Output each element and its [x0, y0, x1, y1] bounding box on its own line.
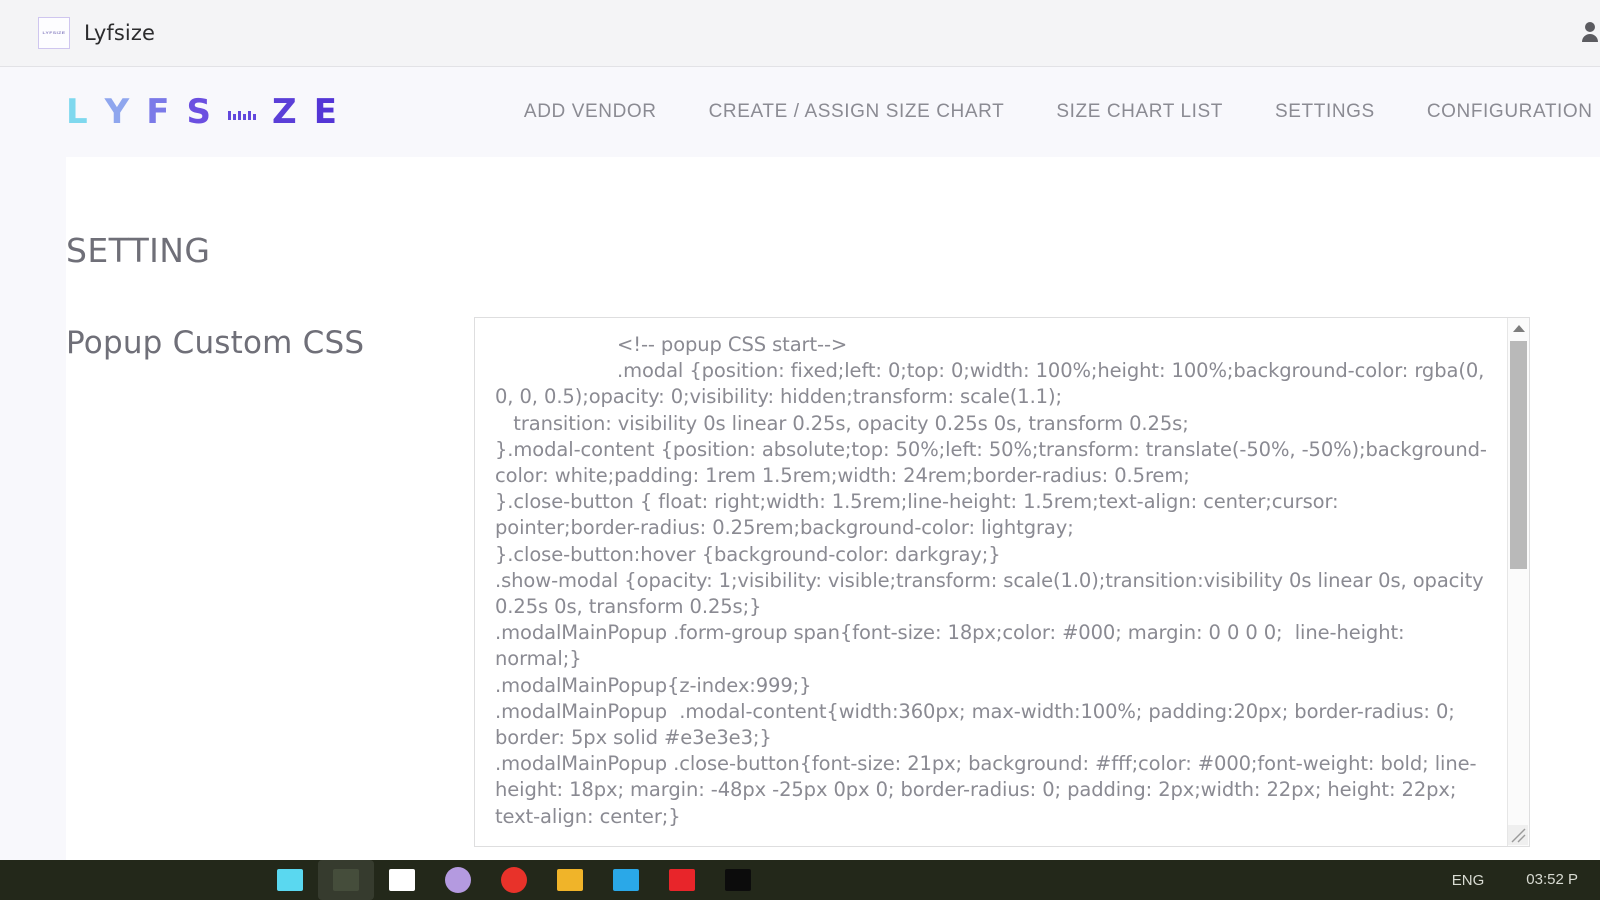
taskbar-item-app-blue[interactable]	[598, 860, 654, 900]
popup-custom-css-textarea[interactable]: <!-- popup CSS start--> .modal {position…	[475, 318, 1507, 846]
popup-custom-css-textarea-wrapper[interactable]: <!-- popup CSS start--> .modal {position…	[474, 317, 1530, 847]
main-navigation: ADD VENDOR CREATE / ASSIGN SIZE CHART SI…	[498, 91, 1600, 133]
taskbar-clock[interactable]: 03:52 P	[1526, 872, 1578, 888]
logo-letter-z: Z	[272, 92, 298, 132]
taskbar-item-search[interactable]	[318, 860, 374, 900]
taskbar-item-explorer[interactable]	[262, 860, 318, 900]
favicon-label: LYFSIZE	[42, 30, 66, 36]
taskbar-system-tray: ENG 03:52 P	[1452, 872, 1600, 889]
page-title: SETTING	[66, 231, 211, 270]
taskbar-app-list	[262, 860, 766, 900]
taskbar-item-app-yellow[interactable]	[542, 860, 598, 900]
nav-add-vendor[interactable]: ADD VENDOR	[498, 91, 683, 133]
windows-taskbar: ENG 03:52 P	[0, 860, 1600, 900]
taskbar-item-app-purple[interactable]	[430, 860, 486, 900]
popup-custom-css-label: Popup Custom CSS	[66, 325, 365, 361]
logo-letter-l: L	[66, 92, 89, 132]
page-body: SETTING Popup Custom CSS <!-- popup CSS …	[0, 157, 1600, 860]
logo-letter-e: E	[313, 92, 338, 132]
browser-tab-strip: LYFSIZE Lyfsize	[0, 0, 1600, 67]
brand-logo[interactable]: L Y F S Z E	[66, 92, 338, 132]
scrollbar-thumb[interactable]	[1510, 341, 1527, 569]
ruler-icon	[228, 101, 257, 123]
taskbar-item-app-crimson[interactable]	[654, 860, 710, 900]
taskbar-item-app-red[interactable]	[486, 860, 542, 900]
logo-letter-f: F	[146, 92, 171, 132]
browser-tab[interactable]: LYFSIZE Lyfsize	[20, 7, 174, 59]
nav-configuration[interactable]: CONFIGURATION	[1401, 91, 1600, 133]
settings-content-card: SETTING Popup Custom CSS <!-- popup CSS …	[66, 157, 1600, 860]
textarea-scrollbar[interactable]	[1507, 318, 1529, 846]
logo-letter-y: Y	[104, 92, 131, 132]
nav-size-chart-list[interactable]: SIZE CHART LIST	[1030, 91, 1249, 133]
logo-letter-s: S	[186, 92, 213, 132]
favicon-icon: LYFSIZE	[38, 17, 70, 49]
taskbar-language-indicator[interactable]: ENG	[1452, 872, 1485, 889]
site-header: L Y F S Z E ADD VENDOR CREATE / ASSIGN S…	[0, 67, 1600, 157]
scroll-up-arrow-icon[interactable]	[1508, 318, 1529, 338]
user-account-icon[interactable]	[1582, 18, 1600, 44]
taskbar-item-terminal[interactable]	[710, 860, 766, 900]
resize-grip-icon[interactable]	[1508, 825, 1528, 845]
nav-create-assign-size-chart[interactable]: CREATE / ASSIGN SIZE CHART	[683, 91, 1031, 133]
taskbar-item-notepad[interactable]	[374, 860, 430, 900]
browser-tab-title: Lyfsize	[84, 21, 156, 45]
nav-settings[interactable]: SETTINGS	[1249, 91, 1401, 133]
